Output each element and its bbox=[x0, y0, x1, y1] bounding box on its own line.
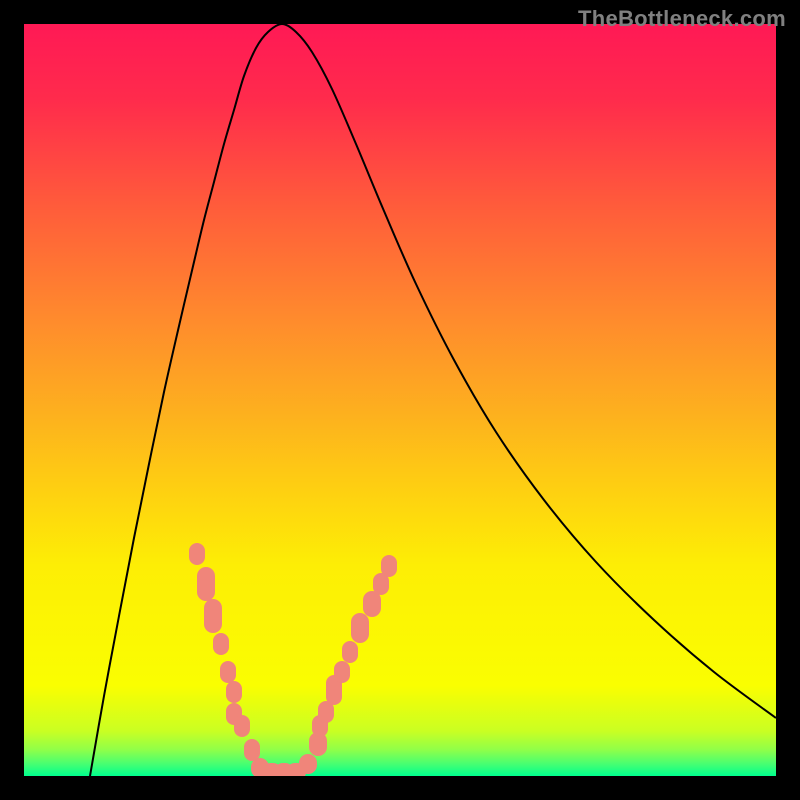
plot-area bbox=[24, 24, 776, 776]
gradient-background bbox=[24, 24, 776, 776]
watermark-text: TheBottleneck.com bbox=[578, 6, 786, 32]
frame: TheBottleneck.com bbox=[0, 0, 800, 800]
